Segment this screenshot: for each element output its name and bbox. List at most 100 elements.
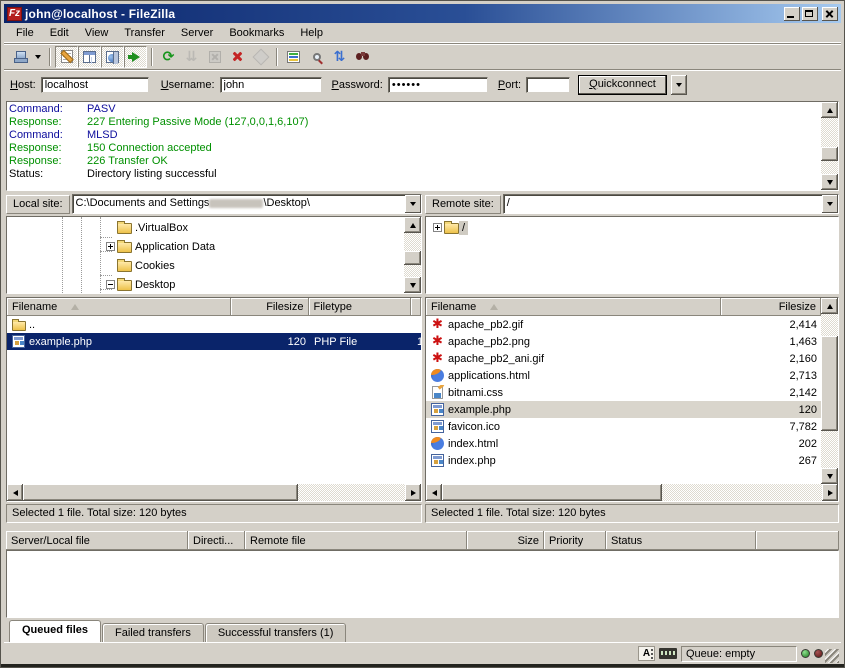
expand-icon[interactable] bbox=[106, 242, 115, 251]
queue-column-server-local-file[interactable]: Server/Local file bbox=[6, 531, 188, 550]
menu-transfer[interactable]: Transfer bbox=[116, 25, 173, 41]
find-files-button[interactable] bbox=[351, 46, 374, 68]
filezilla-app-icon[interactable] bbox=[7, 7, 22, 21]
file-row[interactable]: favicon.ico7,782 bbox=[426, 418, 821, 435]
menu-bookmarks[interactable]: Bookmarks bbox=[221, 25, 292, 41]
menu-help[interactable]: Help bbox=[292, 25, 331, 41]
scroll-right-button[interactable] bbox=[405, 484, 421, 501]
cancel-operation-button[interactable] bbox=[203, 46, 226, 68]
menu-file[interactable]: File bbox=[8, 25, 42, 41]
remote-list-vertical-scrollbar[interactable] bbox=[821, 298, 838, 484]
toggle-remote-tree-button[interactable] bbox=[101, 46, 124, 68]
remote-list-horizontal-scrollbar[interactable] bbox=[426, 484, 838, 501]
file-row-selected[interactable]: example.php120 bbox=[426, 401, 821, 418]
scroll-down-button[interactable] bbox=[821, 174, 838, 190]
site-manager-dropdown-button[interactable] bbox=[31, 46, 45, 68]
file-row[interactable]: apache_pb2.gif2,414 bbox=[426, 316, 821, 333]
transfer-queue-body[interactable] bbox=[6, 550, 839, 618]
menu-server[interactable]: Server bbox=[173, 25, 221, 41]
scroll-track[interactable] bbox=[821, 314, 838, 468]
reconnect-button[interactable] bbox=[249, 46, 272, 68]
collapse-icon[interactable] bbox=[106, 280, 115, 289]
tree-item-label[interactable]: / bbox=[459, 221, 468, 235]
log-vertical-scrollbar[interactable] bbox=[821, 102, 838, 190]
scroll-thumb[interactable] bbox=[404, 251, 421, 264]
scroll-down-button[interactable] bbox=[821, 468, 838, 484]
close-button[interactable] bbox=[822, 7, 838, 21]
tree-item-label[interactable]: Cookies bbox=[132, 259, 178, 273]
scroll-track[interactable] bbox=[821, 118, 838, 174]
scroll-left-button[interactable] bbox=[7, 484, 23, 501]
toggle-transfer-queue-button[interactable] bbox=[124, 46, 147, 68]
file-row-example-php[interactable]: example.php 120 PHP File 1 bbox=[7, 333, 421, 350]
tab-successful-transfers[interactable]: Successful transfers (1) bbox=[205, 623, 347, 642]
file-row[interactable]: index.html202 bbox=[426, 435, 821, 452]
queue-column-remote-file[interactable]: Remote file bbox=[245, 531, 467, 550]
scroll-thumb[interactable] bbox=[821, 336, 838, 431]
scroll-track[interactable] bbox=[442, 484, 822, 501]
tab-failed-transfers[interactable]: Failed transfers bbox=[102, 623, 204, 642]
local-list-horizontal-scrollbar[interactable] bbox=[7, 484, 421, 501]
maximize-button[interactable] bbox=[802, 7, 818, 21]
column-header-filesize[interactable]: Filesize bbox=[231, 298, 309, 316]
scroll-up-button[interactable] bbox=[821, 298, 838, 314]
host-input[interactable] bbox=[41, 77, 149, 93]
port-input[interactable] bbox=[526, 77, 570, 93]
tree-item-application-data[interactable]: Application Data bbox=[7, 237, 404, 256]
data-type-ascii-icon[interactable] bbox=[638, 646, 655, 661]
file-row[interactable]: apache_pb2_ani.gif2,160 bbox=[426, 350, 821, 367]
tree-item-label[interactable]: .VirtualBox bbox=[132, 221, 191, 235]
queue-column-priority[interactable]: Priority bbox=[544, 531, 606, 550]
local-site-combobox[interactable]: C:\Documents and Settings\Desktop\ bbox=[72, 194, 422, 214]
process-queue-button[interactable]: ⇊ bbox=[180, 46, 203, 68]
file-row[interactable]: bitnami.css2,142 bbox=[426, 384, 821, 401]
filter-button[interactable] bbox=[282, 46, 305, 68]
refresh-button[interactable]: ⟳ bbox=[157, 46, 180, 68]
scroll-track[interactable] bbox=[23, 484, 405, 501]
column-header-filename[interactable]: Filename bbox=[7, 298, 231, 316]
queue-column-status[interactable]: Status bbox=[606, 531, 756, 550]
scroll-left-button[interactable] bbox=[426, 484, 442, 501]
title-bar[interactable]: john@localhost - FileZilla bbox=[4, 4, 841, 23]
site-manager-button[interactable] bbox=[8, 46, 31, 68]
file-row[interactable]: applications.html2,713 bbox=[426, 367, 821, 384]
tree-item-label[interactable]: Desktop bbox=[132, 278, 178, 292]
scroll-thumb[interactable] bbox=[442, 484, 662, 501]
column-header-filetype[interactable]: Filetype bbox=[309, 298, 412, 316]
queue-column-size[interactable]: Size bbox=[467, 531, 544, 550]
file-row[interactable]: index.php267 bbox=[426, 452, 821, 469]
toggle-message-log-button[interactable] bbox=[55, 46, 78, 68]
remote-site-combobox[interactable]: / bbox=[503, 194, 839, 214]
menu-view[interactable]: View bbox=[77, 25, 117, 41]
directory-comparison-button[interactable] bbox=[305, 46, 328, 68]
column-header-filesize[interactable]: Filesize bbox=[721, 298, 821, 316]
scroll-up-button[interactable] bbox=[821, 102, 838, 118]
scroll-thumb[interactable] bbox=[23, 484, 298, 501]
resize-grip[interactable] bbox=[825, 649, 839, 663]
expand-icon[interactable] bbox=[433, 223, 442, 232]
disconnect-button[interactable] bbox=[226, 46, 249, 68]
scroll-thumb[interactable] bbox=[821, 147, 838, 160]
quickconnect-button[interactable]: Quickconnect bbox=[578, 75, 667, 95]
tree-item-virtualbox[interactable]: .VirtualBox bbox=[7, 218, 404, 237]
synchronized-browsing-button[interactable]: ⇅ bbox=[328, 46, 351, 68]
encryption-indicator-icon[interactable] bbox=[659, 648, 677, 659]
password-input[interactable] bbox=[388, 77, 488, 93]
remote-site-dropdown-button[interactable] bbox=[822, 195, 838, 213]
menu-edit[interactable]: Edit bbox=[42, 25, 77, 41]
minimize-button[interactable] bbox=[784, 7, 800, 21]
tree-item-cookies[interactable]: Cookies bbox=[7, 256, 404, 275]
username-input[interactable] bbox=[220, 77, 322, 93]
column-header-filename[interactable]: Filename bbox=[426, 298, 721, 316]
tree-item-label[interactable]: Application Data bbox=[132, 240, 218, 254]
quickconnect-dropdown-button[interactable] bbox=[671, 75, 687, 95]
scroll-down-button[interactable] bbox=[404, 277, 421, 293]
file-row[interactable]: apache_pb2.png1,463 bbox=[426, 333, 821, 350]
toggle-local-tree-button[interactable] bbox=[78, 46, 101, 68]
local-tree-vertical-scrollbar[interactable] bbox=[404, 217, 421, 293]
scroll-right-button[interactable] bbox=[822, 484, 838, 501]
tab-queued-files[interactable]: Queued files bbox=[9, 620, 101, 642]
local-site-dropdown-button[interactable] bbox=[405, 195, 421, 213]
column-header-lastmodified[interactable]: L bbox=[411, 298, 421, 316]
queue-column-direction[interactable]: Directi... bbox=[188, 531, 245, 550]
